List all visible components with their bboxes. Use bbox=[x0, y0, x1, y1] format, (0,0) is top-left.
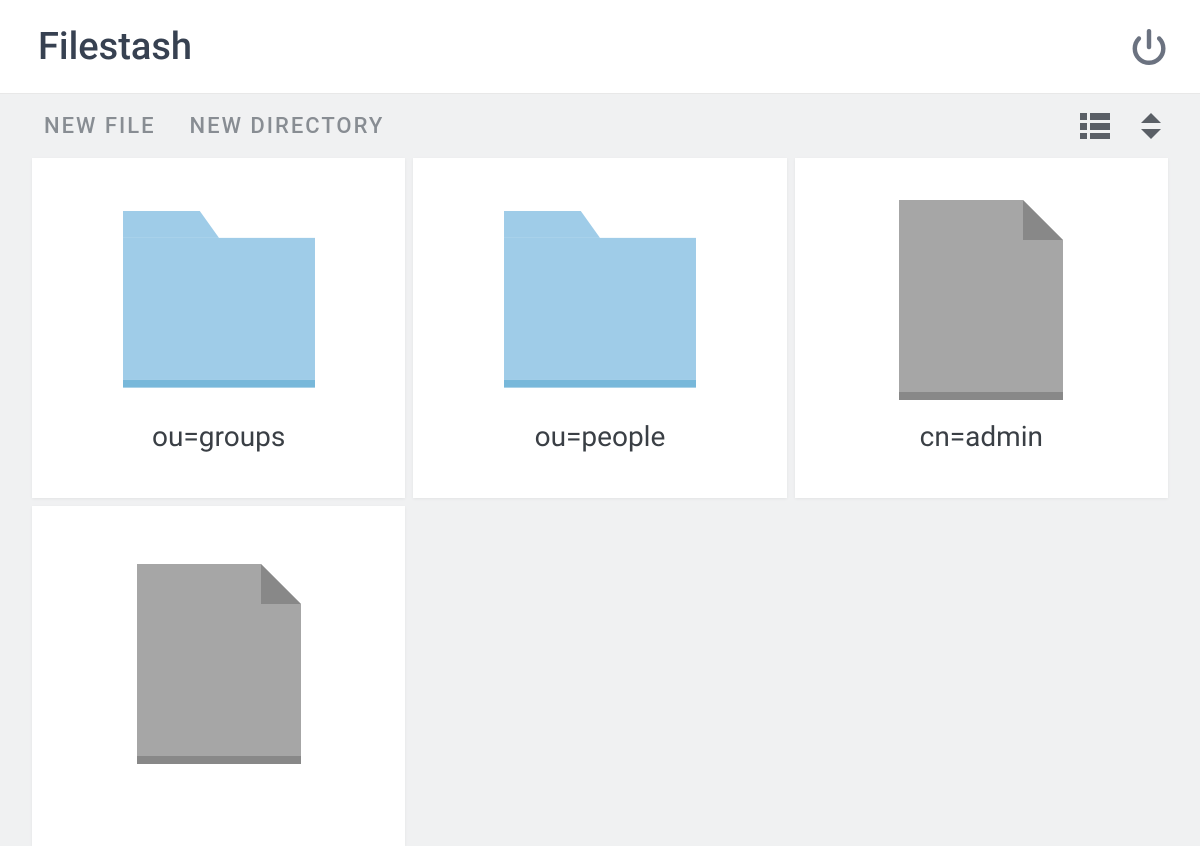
toolbar-right bbox=[1080, 112, 1162, 140]
app-title: Filestash bbox=[38, 25, 192, 69]
item-label: ou=people bbox=[535, 420, 666, 477]
folder-icon bbox=[504, 180, 696, 420]
folder-item[interactable]: ou=people bbox=[413, 158, 786, 498]
folder-icon bbox=[123, 180, 315, 420]
file-grid: ou=groups ou=people cn=admin bbox=[32, 158, 1168, 846]
app-header: Filestash bbox=[0, 0, 1200, 94]
sort-icon[interactable] bbox=[1140, 112, 1162, 140]
file-item[interactable]: cn=admin bbox=[795, 158, 1168, 498]
file-icon bbox=[137, 544, 301, 784]
list-view-icon[interactable] bbox=[1080, 113, 1110, 139]
toolbar-left: NEW FILE NEW DIRECTORY bbox=[44, 114, 384, 139]
content-area: ou=groups ou=people cn=admin bbox=[0, 158, 1200, 846]
file-icon bbox=[899, 180, 1063, 420]
item-label: cn=admin bbox=[920, 420, 1043, 477]
new-file-button[interactable]: NEW FILE bbox=[44, 114, 156, 139]
file-item[interactable] bbox=[32, 506, 405, 846]
power-icon[interactable] bbox=[1130, 28, 1168, 66]
folder-item[interactable]: ou=groups bbox=[32, 158, 405, 498]
new-directory-button[interactable]: NEW DIRECTORY bbox=[190, 114, 385, 139]
toolbar: NEW FILE NEW DIRECTORY bbox=[0, 94, 1200, 158]
item-label: ou=groups bbox=[152, 420, 285, 477]
